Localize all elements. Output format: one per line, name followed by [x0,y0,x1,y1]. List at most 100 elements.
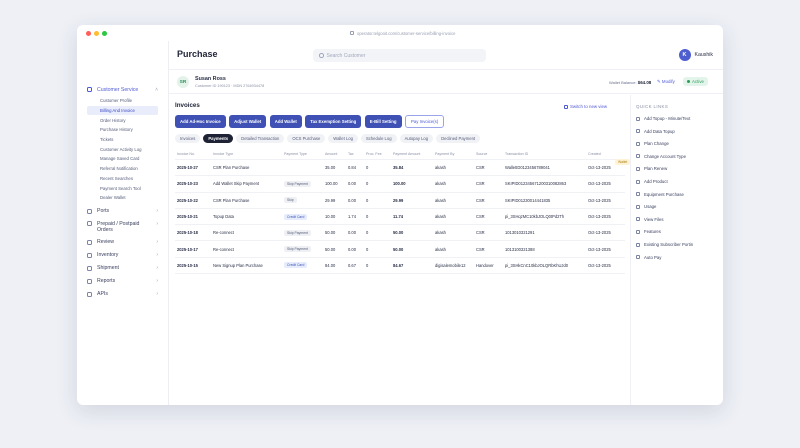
column-header[interactable]: Invoice No. [175,152,211,156]
add-wallet-button[interactable]: Add Wallet [269,115,302,128]
sidebar-subitem-payment-search-tool[interactable]: Payment Search Tool [87,183,158,193]
sidebar-item-reports[interactable]: Reports › [87,275,168,288]
switch-view-link[interactable]: Switch to new view [564,104,607,109]
main-content: Purchase Search Customer K Kaushik SR Su… [169,41,723,405]
column-header[interactable]: Amount [323,152,346,156]
modify-link[interactable]: ✎ Modify [657,79,675,85]
sidebar-subitem-customer-activity-log[interactable]: Customer Activity Log [87,144,158,154]
sidebar-subitem-purchase-history[interactable]: Purchase History [87,125,158,135]
table-cell: Re-connect [213,230,234,236]
tab-invoices[interactable]: Invoices [175,134,201,143]
sidebar-subitem-referral-notification[interactable]: Referral Notification [87,164,158,174]
tab-schedule-log[interactable]: Schedule Log [360,134,397,143]
column-header[interactable]: Invoice Type [211,152,282,156]
column-header[interactable]: Created [586,152,625,156]
sidebar-item-orders[interactable]: Prepaid / Postpaid Orders › [87,218,168,236]
sidebar-item-ports[interactable]: Ports › [87,205,168,218]
table-cell: digisalemobile12 [435,262,466,268]
pay-invoice-s-button[interactable]: Pay Invoice(s) [405,115,445,128]
table-cell: Oct-13-2025 [588,181,611,187]
adjust-wallet-button[interactable]: Adjust Wallet [229,115,267,128]
tab-declined-payment[interactable]: Declined Payment [436,134,481,143]
search-input[interactable]: Search Customer [313,49,486,62]
table-cell: CSR [476,214,485,220]
table-row[interactable]: 2025-10-27 CSR Plan Purchase Wallet 35.00 0.… [175,158,631,177]
sidebar-item-inventory[interactable]: Inventory › [87,249,168,262]
quick-link-change-account-type[interactable]: Change Account Type [636,154,686,159]
link-icon [636,192,640,197]
quick-link-existing-subscriber-portin[interactable]: Existing Subscriber Portin [636,242,693,247]
quick-link-plan-change[interactable]: Plan Change [636,141,669,146]
table-cell: Topup Data [213,214,234,220]
sidebar-subitem-tickets[interactable]: Tickets [87,135,158,145]
table-cell: CSR Plan Purchase [213,165,250,171]
chevron-right-icon: › [156,265,158,272]
tab-wallet-log[interactable]: Wallet Log [328,134,358,143]
column-header[interactable]: Tax [346,152,364,156]
table-row[interactable]: 2025-10-15 New Signup Plan Purchase Credit… [175,258,625,275]
table-cell: 0 [366,230,369,236]
column-header[interactable]: Transaction ID [503,152,586,156]
column-header[interactable]: Proc. Fee [364,152,391,156]
browser-titlebar: operator.telgooit.com/customer-service/b… [77,25,723,41]
minimize-window-dot[interactable] [94,30,99,36]
table-cell: 84.67 [393,262,404,268]
quick-link-view-files[interactable]: View Files [636,217,664,222]
column-header[interactable]: Payment Type [282,152,323,156]
tab-autopay-log[interactable]: Autopay Log [399,134,434,143]
quick-link-label: Add Topup - Minute/Text [644,116,691,121]
sidebar-item-customer-service[interactable]: Customer Service ˄ [87,83,168,96]
column-header[interactable]: Payment Amount [391,152,433,156]
table-cell: akash [435,214,446,220]
chevron-right-icon: › [156,208,158,215]
sidebar-subitem-customer-profile[interactable]: Customer Profile [87,96,158,106]
quick-link-features[interactable]: Features [636,229,661,234]
address-bar[interactable]: operator.telgooit.com/customer-service/b… [350,28,505,38]
table-row[interactable]: 2025-10-22 CSR Plan Purchase Skip 29.99 0.00… [175,193,625,209]
quick-link-add-product[interactable]: Add Product [636,179,668,184]
sidebar-item-apis[interactable]: APIs › [87,288,168,301]
table-row[interactable]: 2025-10-18 Re-connect Skip Payment 50.00 0.0… [175,225,625,242]
column-header[interactable]: Payment By [433,152,474,156]
table-row[interactable]: 2025-10-17 Re-connect Skip Payment 50.00 0.0… [175,241,625,258]
tab-payments[interactable]: Payments [203,134,234,143]
table-row[interactable]: 2025-10-21 Topup Data Credit Card 10.00 1.74… [175,209,625,226]
close-window-dot[interactable] [86,30,91,36]
payment-type-cell: Credit Card [282,262,323,269]
table-cell: 50.00 [325,230,336,236]
table-cell: CSR [476,165,485,171]
sidebar-subitem-recent-searches[interactable]: Recent Searches [87,174,158,184]
user-menu[interactable]: K Kaushik [678,49,713,61]
payment-type-cell: Skip Payment [282,246,323,253]
quick-link-auto-pay[interactable]: Auto Pay [636,255,661,260]
table-cell: New Signup Plan Purchase [213,262,263,268]
quick-link-add-topup-minute-text[interactable]: Add Topup - Minute/Text [636,116,690,121]
sidebar-subitem-manage-saved-card[interactable]: Manage Saved Card [87,154,158,164]
lock-icon [350,31,354,35]
table-cell: Re-connect [213,246,234,252]
sidebar-subitem-billing-and-invoice[interactable]: Billing And Invoice [87,105,158,116]
tab-ocs-purchase[interactable]: OCS Purchase [287,134,326,143]
payment-type-badge: Credit Card [284,262,308,269]
quick-link-plan-renew[interactable]: Plan Renew [636,166,667,171]
e-bill-setting-button[interactable]: E-Bill Setting [364,115,402,128]
table-cell: 2025-10-22 [177,197,198,203]
tax-exemption-setting-button[interactable]: Tax Exemption Setting [305,115,362,128]
sidebar-item-review[interactable]: Review › [87,236,168,249]
quick-link-label: Change Account Type [644,153,686,159]
quick-link-usage[interactable]: Usage [636,204,656,209]
tab-detailed-transaction[interactable]: Detailed Transaction [236,134,285,143]
add-ad-hoc-invoice-button[interactable]: Add Ad-Hoc Invoice [175,115,226,128]
link-icon [636,204,640,209]
payment-type-badge: Skip Payment [284,246,311,253]
table-cell: Handover [476,262,494,268]
maximize-window-dot[interactable] [102,30,107,36]
sidebar-item-shipment[interactable]: Shipment › [87,262,168,275]
sidebar-subitem-dealer-wallet[interactable]: Dealer Wallet [87,193,158,203]
column-header[interactable]: Source [474,152,503,156]
table-row[interactable]: 2025-10-23 Add Wallet Skip Payment Skip Pa… [175,176,625,193]
quick-link-equipment-purchase[interactable]: Equipment Purchase [636,192,684,197]
sidebar-subitem-order-history[interactable]: Order History [87,115,158,125]
search-placeholder: Search Customer [326,52,366,59]
quick-link-add-data-topup[interactable]: Add Data Topup [636,129,675,134]
